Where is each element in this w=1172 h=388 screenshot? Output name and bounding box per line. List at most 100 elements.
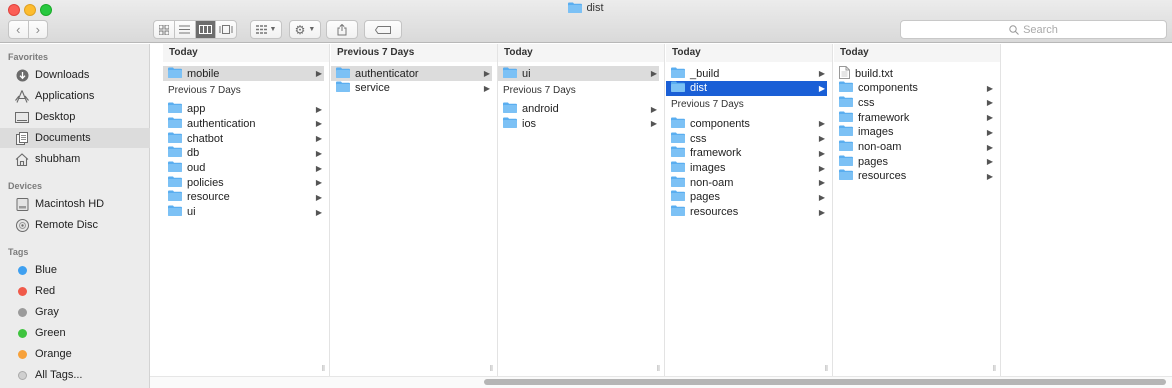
folder-row[interactable]: framework ▶ xyxy=(666,146,827,161)
folder-row[interactable]: css ▶ xyxy=(666,131,827,146)
sidebar: Favorites Downloads Applications Desktop… xyxy=(0,44,150,388)
item-name: images xyxy=(858,126,894,139)
browser-column[interactable]: Today _build ▶ dist ▶ Previous 7 Days componen… xyxy=(666,44,833,376)
folder-icon xyxy=(839,169,853,183)
sidebar-item-home[interactable]: shubham xyxy=(0,149,150,169)
folder-row[interactable]: android ▶ xyxy=(498,102,659,117)
share-button[interactable] xyxy=(326,20,358,39)
folder-icon xyxy=(168,102,182,116)
folder-row[interactable]: images ▶ xyxy=(834,125,995,140)
sidebar-item-label: Red xyxy=(35,285,56,297)
list-view-button[interactable] xyxy=(175,21,196,38)
horizontal-scrollbar-thumb[interactable] xyxy=(484,379,1166,385)
sidebar-tag-all[interactable]: All Tags... xyxy=(0,365,150,385)
column-resize-handle[interactable]: ‖ xyxy=(993,364,996,373)
folder-row[interactable]: resources ▶ xyxy=(834,169,995,184)
sidebar-item-downloads[interactable]: Downloads xyxy=(0,65,150,85)
sidebar-item-label: Remote Disc xyxy=(35,219,98,231)
folder-row[interactable]: images ▶ xyxy=(666,161,827,176)
sidebar-tag-red[interactable]: Red xyxy=(0,281,150,301)
file-row[interactable]: build.txt xyxy=(834,65,995,81)
browser-column[interactable]: Today build.txt components ▶ css ▶ framework ▶ i… xyxy=(834,44,1001,376)
forward-button[interactable]: › xyxy=(29,21,48,38)
action-button[interactable]: ⚙ ▼ xyxy=(289,20,321,39)
folder-row[interactable]: app ▶ xyxy=(163,102,324,117)
sidebar-tag-green[interactable]: Green xyxy=(0,323,150,343)
folder-row[interactable]: components ▶ xyxy=(666,116,827,131)
item-name: resources xyxy=(858,170,907,183)
sidebar-tag-gray[interactable]: Gray xyxy=(0,302,150,322)
disclosure-arrow-icon: ▶ xyxy=(986,83,994,93)
folder-row[interactable]: non-oam ▶ xyxy=(834,140,995,155)
folder-row[interactable]: ui ▶ xyxy=(498,66,659,81)
sidebar-tag-orange[interactable]: Orange xyxy=(0,344,150,364)
browser-column[interactable]: Previous 7 Days authenticator ▶ service ▶ ‖ xyxy=(331,44,498,376)
disclosure-arrow-icon: ▶ xyxy=(818,119,826,129)
sidebar-item-desktop[interactable]: Desktop xyxy=(0,107,150,127)
folder-row[interactable]: _build ▶ xyxy=(666,66,827,81)
folder-row[interactable]: oud ▶ xyxy=(163,161,324,176)
browser-column[interactable]: Today mobile ▶ Previous 7 Days app ▶ authentic… xyxy=(163,44,330,376)
folder-icon xyxy=(336,81,350,95)
disclosure-arrow-icon: ▶ xyxy=(818,163,826,173)
sidebar-item-applications[interactable]: Applications xyxy=(0,86,150,106)
folder-row[interactable]: resource ▶ xyxy=(163,190,324,205)
disclosure-arrow-icon: ▶ xyxy=(315,192,323,202)
group-by-button[interactable]: ▼ xyxy=(250,20,282,39)
disclosure-arrow-icon: ▶ xyxy=(315,178,323,188)
disclosure-arrow-icon: ▶ xyxy=(315,119,323,129)
gallery-view-button[interactable] xyxy=(216,21,236,38)
edit-tags-button[interactable] xyxy=(364,20,402,39)
folder-row[interactable]: dist ▶ xyxy=(666,80,827,96)
sidebar-heading-favorites: Favorites xyxy=(8,52,49,62)
column-resize-handle[interactable]: ‖ xyxy=(657,364,660,373)
folder-row[interactable]: policies ▶ xyxy=(163,175,324,190)
browser-column[interactable]: Today ui ▶ Previous 7 Days android ▶ ios ▶ ‖ xyxy=(498,44,665,376)
column-resize-handle[interactable]: ‖ xyxy=(322,364,325,373)
item-name: non-oam xyxy=(690,176,734,189)
folder-icon xyxy=(168,146,182,160)
home-icon xyxy=(15,152,29,166)
folder-row[interactable]: chatbot ▶ xyxy=(163,131,324,146)
sidebar-item-documents[interactable]: Documents xyxy=(0,128,150,148)
disclosure-arrow-icon: ▶ xyxy=(315,104,323,114)
window-toolbar: dist ‹ › ▼ ⚙ ▼ Search xyxy=(0,0,1172,43)
sidebar-item-macintosh-hd[interactable]: Macintosh HD xyxy=(0,194,150,214)
folder-row[interactable]: non-oam ▶ xyxy=(666,175,827,190)
column-view-button[interactable] xyxy=(195,21,217,38)
sidebar-item-label: Gray xyxy=(35,306,59,318)
folder-row[interactable]: pages ▶ xyxy=(834,154,995,169)
folder-row[interactable]: ios ▶ xyxy=(498,116,659,131)
folder-row[interactable]: framework ▶ xyxy=(834,110,995,125)
folder-row[interactable]: components ▶ xyxy=(834,81,995,96)
icon-view-button[interactable] xyxy=(154,21,175,38)
folder-row[interactable]: authentication ▶ xyxy=(163,116,324,131)
folder-icon xyxy=(671,146,685,160)
folder-row[interactable]: ui ▶ xyxy=(163,205,324,220)
folder-row[interactable]: service ▶ xyxy=(331,81,492,96)
disclosure-arrow-icon: ▶ xyxy=(650,69,658,78)
item-name: pages xyxy=(858,155,888,168)
folder-row[interactable]: resources ▶ xyxy=(666,205,827,220)
folder-row[interactable]: db ▶ xyxy=(163,146,324,161)
search-field[interactable]: Search xyxy=(900,20,1167,39)
folder-row[interactable]: mobile ▶ xyxy=(163,66,324,81)
item-name: db xyxy=(187,147,200,160)
sidebar-tag-blue[interactable]: Blue xyxy=(0,260,150,280)
share-icon xyxy=(337,23,347,35)
back-button[interactable]: ‹ xyxy=(9,21,29,38)
folder-row[interactable]: authenticator ▶ xyxy=(331,66,492,81)
item-name: mobile xyxy=(187,67,220,80)
sidebar-item-remote-disc[interactable]: Remote Disc xyxy=(0,215,150,235)
column-resize-handle[interactable]: ‖ xyxy=(825,364,828,373)
folder-row[interactable]: pages ▶ xyxy=(666,190,827,205)
back-forward-group: ‹ › xyxy=(8,20,48,39)
folder-icon xyxy=(839,96,853,110)
disclosure-arrow-icon: ▶ xyxy=(650,104,658,114)
column-resize-handle[interactable]: ‖ xyxy=(490,364,493,373)
folder-icon xyxy=(168,190,182,204)
folder-row[interactable]: css ▶ xyxy=(834,95,995,110)
item-name: non-oam xyxy=(858,141,902,153)
folder-icon xyxy=(839,111,853,125)
disclosure-arrow-icon: ▶ xyxy=(818,83,826,93)
